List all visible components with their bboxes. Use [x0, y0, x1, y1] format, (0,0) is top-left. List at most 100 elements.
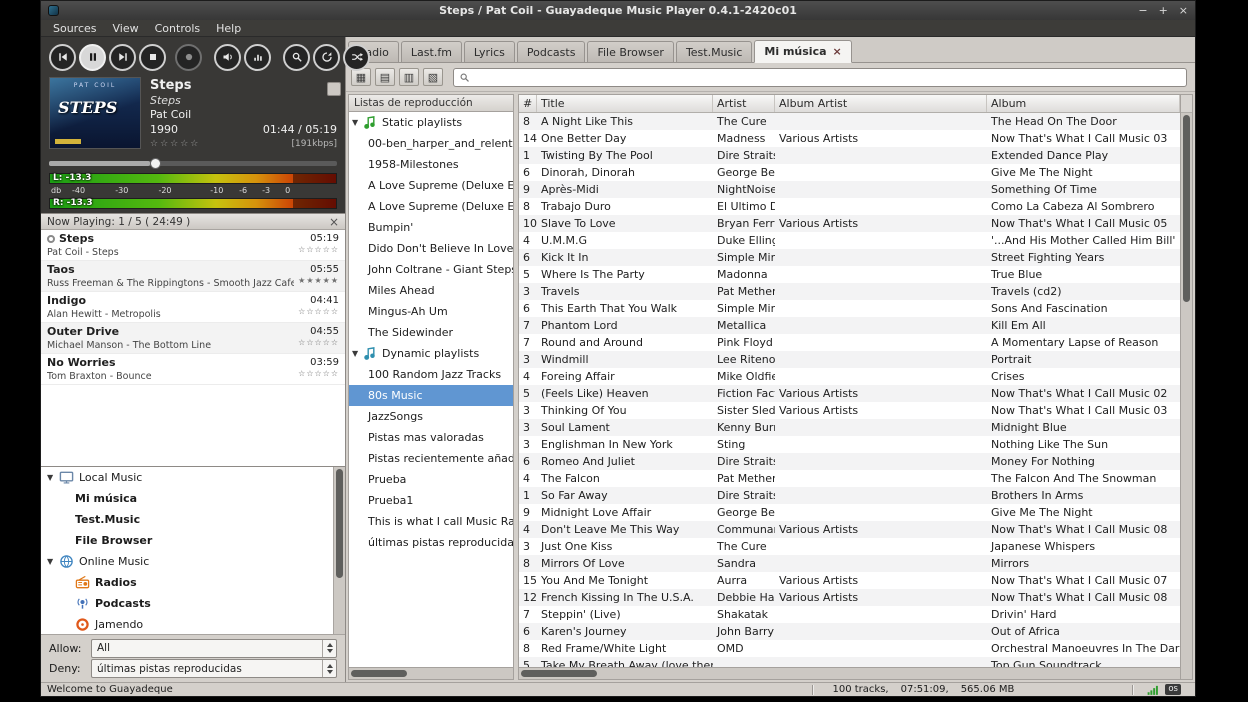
track-row[interactable]: 4 Foreing Affair Mike Oldfield Crises — [519, 368, 1180, 385]
library-tree-item[interactable]: ▼ Online Music — [41, 551, 333, 572]
track-row[interactable]: 7 Steppin' (Live) Shakatak Drivin' Hard — [519, 606, 1180, 623]
menu-item[interactable]: Help — [208, 21, 249, 36]
playlist-item[interactable]: Miles Ahead — [349, 280, 513, 301]
player-button[interactable] — [79, 44, 106, 71]
track-row[interactable]: 1 So Far Away Dire Straits Brothers In A… — [519, 487, 1180, 504]
menu-item[interactable]: Sources — [45, 21, 105, 36]
track-row[interactable]: 4 U.M.M.G Duke Ellington '...And His Mot… — [519, 232, 1180, 249]
search-box[interactable] — [453, 68, 1187, 87]
track-row[interactable]: 6 This Earth That You Walk Simple Minds … — [519, 300, 1180, 317]
tab[interactable]: Test.Music — [676, 41, 752, 62]
library-tree-item[interactable]: ▼ Local Music — [41, 467, 333, 488]
player-button[interactable] — [313, 44, 340, 71]
current-rating-stars[interactable]: ☆☆☆☆☆ — [150, 137, 200, 152]
close-icon[interactable]: × — [329, 216, 339, 228]
library-tree-item[interactable]: Test.Music — [41, 509, 333, 530]
playlist-item[interactable]: Prueba1 — [349, 490, 513, 511]
player-button[interactable] — [175, 44, 202, 71]
maximize-button[interactable]: + — [1159, 5, 1168, 16]
deny-select[interactable]: últimas pistas reproducidas — [91, 659, 337, 678]
track-row[interactable]: 6 Karen's Journey John Barry Out of Afri… — [519, 623, 1180, 640]
view-mode-button[interactable]: ▦ — [351, 68, 371, 86]
track-row[interactable]: 8 Red Frame/White Light OMD Orchestral M… — [519, 640, 1180, 657]
minimize-button[interactable]: − — [1138, 5, 1147, 16]
playlist-item[interactable]: Pistas recientemente añadidas — [349, 448, 513, 469]
track-row[interactable]: 10 Slave To Love Bryan Ferry Various Art… — [519, 215, 1180, 232]
expander-icon[interactable]: ▼ — [47, 557, 59, 566]
seek-slider[interactable] — [49, 155, 337, 171]
playlist-item[interactable]: The Sidewinder — [349, 322, 513, 343]
album-art[interactable]: PAT COIL STEPS — [49, 77, 141, 149]
track-rating-stars[interactable]: ★★★★★ — [298, 276, 339, 285]
table-horizontal-scrollbar[interactable] — [519, 667, 1180, 679]
close-button[interactable]: × — [1179, 5, 1188, 16]
column-header-album[interactable]: Album — [987, 95, 1180, 112]
track-rating-stars[interactable]: ☆☆☆☆☆ — [298, 245, 339, 254]
playlist-item[interactable]: Pistas mas valoradas — [349, 427, 513, 448]
track-rating-stars[interactable]: ☆☆☆☆☆ — [298, 369, 339, 378]
player-button[interactable] — [139, 44, 166, 71]
playlist-item[interactable]: 1958-Milestones — [349, 154, 513, 175]
library-tree-item[interactable]: File Browser — [41, 530, 333, 551]
track-row[interactable]: 3 Windmill Lee Ritenour Portrait — [519, 351, 1180, 368]
playlist-item[interactable]: ▼ Static playlists — [349, 112, 513, 133]
table-vertical-scrollbar[interactable] — [1180, 95, 1192, 679]
track-row[interactable]: 3 Soul Lament Kenny Burrell Midnight Blu… — [519, 419, 1180, 436]
tab[interactable]: Last.fm — [401, 41, 462, 62]
stepper-icon[interactable] — [322, 660, 336, 677]
view-mode-button[interactable]: ▧ — [423, 68, 443, 86]
scrollbar-thumb[interactable] — [336, 469, 343, 578]
now-playing-track[interactable]: Outer Drive Michael Manson - The Bottom … — [41, 323, 345, 354]
track-rating-stars[interactable]: ☆☆☆☆☆ — [298, 307, 339, 316]
titlebar[interactable]: Steps / Pat Coil - Guayadeque Music Play… — [41, 1, 1195, 20]
now-playing-track[interactable]: Taos Russ Freeman & The Rippingtons - Sm… — [41, 261, 345, 292]
playlist-item[interactable]: A Love Supreme (Deluxe Edition) — [349, 175, 513, 196]
player-button[interactable] — [214, 44, 241, 71]
track-row[interactable]: 9 Après-Midi NightNoise Something Of Tim… — [519, 181, 1180, 198]
view-mode-button[interactable]: ▥ — [399, 68, 419, 86]
tab[interactable]: Lyrics — [464, 41, 515, 62]
playlist-item[interactable]: últimas pistas reproducidas — [349, 532, 513, 553]
search-input[interactable] — [474, 71, 1181, 84]
track-row[interactable]: 3 Just One Kiss The Cure Japanese Whispe… — [519, 538, 1180, 555]
playlist-item[interactable]: John Coltrane - Giant Steps — [349, 259, 513, 280]
player-button[interactable] — [343, 44, 370, 71]
player-button[interactable] — [283, 44, 310, 71]
now-playing-track[interactable]: Steps Pat Coil - Steps 05:19 ☆☆☆☆☆ — [41, 230, 345, 261]
expander-icon[interactable]: ▼ — [352, 349, 362, 358]
column-header-album-artist[interactable]: Album Artist — [775, 95, 987, 112]
track-row[interactable]: 14 One Better Day Madness Various Artist… — [519, 130, 1180, 147]
library-scrollbar[interactable] — [333, 467, 345, 634]
scrollbar-thumb[interactable] — [351, 670, 407, 677]
tab[interactable]: Mi música × — [754, 40, 851, 63]
track-row[interactable]: 1 Twisting By The Pool Dire Straits Exte… — [519, 147, 1180, 164]
seek-handle[interactable] — [150, 158, 161, 169]
track-row[interactable]: 4 Don't Leave Me This Way Communards Var… — [519, 521, 1180, 538]
playlist-item[interactable]: Mingus-Ah Um — [349, 301, 513, 322]
column-header-number[interactable]: # — [519, 95, 537, 112]
player-button[interactable] — [109, 44, 136, 71]
expander-icon[interactable]: ▼ — [47, 473, 59, 482]
playlist-item[interactable]: Dido Don't Believe In Love Listas — [349, 238, 513, 259]
track-row[interactable]: 8 Trabajo Duro El Ultimo De La Fila Como… — [519, 198, 1180, 215]
library-tree-item[interactable]: Mi música — [41, 488, 333, 509]
splitter-grip-button[interactable] — [327, 82, 341, 96]
library-tree-item[interactable]: Jamendo — [41, 614, 333, 634]
player-button[interactable] — [244, 44, 271, 71]
expander-icon[interactable]: ▼ — [352, 118, 362, 127]
track-row[interactable]: 5 Where Is The Party Madonna True Blue — [519, 266, 1180, 283]
tab[interactable]: Podcasts — [517, 41, 586, 62]
playlist-item[interactable]: 00-ben_harper_and_relentless7 — [349, 133, 513, 154]
scrollbar-thumb[interactable] — [1183, 115, 1190, 302]
track-rating-stars[interactable]: ☆☆☆☆☆ — [298, 338, 339, 347]
track-row[interactable]: 5 Take My Breath Away (love theme fror B… — [519, 657, 1180, 667]
tab[interactable]: File Browser — [587, 41, 673, 62]
library-tree-item[interactable]: Podcasts — [41, 593, 333, 614]
playlist-item[interactable]: ▼ Dynamic playlists — [349, 343, 513, 364]
track-row[interactable]: 6 Romeo And Juliet Dire Straits Money Fo… — [519, 453, 1180, 470]
track-row[interactable]: 9 Midnight Love Affair George Benson Giv… — [519, 504, 1180, 521]
now-playing-track[interactable]: Indigo Alan Hewitt - Metropolis 04:41 ☆☆… — [41, 292, 345, 323]
track-row[interactable]: 8 A Night Like This The Cure The Head On… — [519, 113, 1180, 130]
track-row[interactable]: 6 Dinorah, Dinorah George Benson Give Me… — [519, 164, 1180, 181]
track-row[interactable]: 3 Travels Pat Metheny Travels (cd2) — [519, 283, 1180, 300]
